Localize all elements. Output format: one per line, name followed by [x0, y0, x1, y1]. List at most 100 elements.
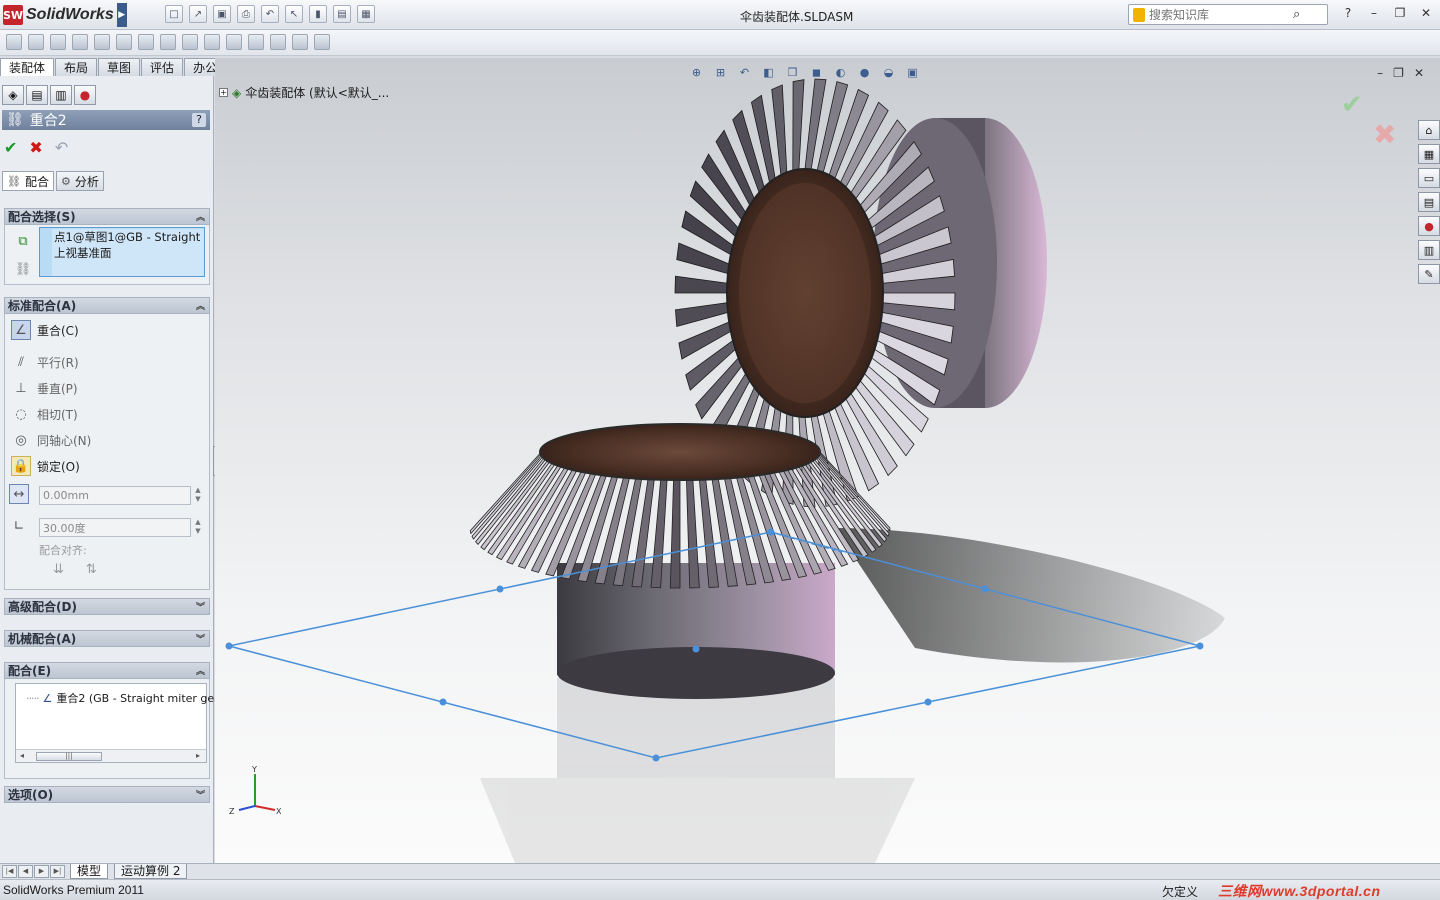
- reference-geometry-icon[interactable]: [182, 34, 198, 50]
- print-icon[interactable]: ⎙: [237, 5, 255, 23]
- solidworks-logo[interactable]: SW SolidWorks ▶: [3, 3, 127, 27]
- scroll-thumb[interactable]: |||: [36, 752, 102, 761]
- help-icon[interactable]: ?: [1340, 6, 1356, 20]
- new-document-icon[interactable]: □: [165, 5, 183, 23]
- tab-motion-study[interactable]: 运动算例 2: [114, 864, 188, 879]
- collapse-chevron-icon[interactable]: ︽: [196, 210, 205, 223]
- mates-list-header[interactable]: 配合(E) ︽: [4, 662, 210, 679]
- next-tab-icon[interactable]: ▶: [34, 865, 49, 878]
- mate-concentric[interactable]: ◎ 同轴心(N): [11, 430, 91, 450]
- selection-item[interactable]: 点1@草图1@GB - Straight miter gear: [52, 229, 204, 245]
- options-icon[interactable]: ▦: [357, 5, 375, 23]
- hide-show-items-icon[interactable]: ◐: [832, 64, 849, 81]
- close-button[interactable]: ✕: [1418, 6, 1434, 20]
- last-tab-icon[interactable]: ▶|: [50, 865, 65, 878]
- scroll-left-icon[interactable]: ◂: [20, 751, 24, 760]
- mechanical-mates-header[interactable]: 机械配合(A) ︾: [4, 630, 210, 647]
- mates-list[interactable]: ····· ∠ 重合2 (GB - Straight miter gear ◂ …: [15, 683, 225, 763]
- expand-tree-icon[interactable]: +: [219, 88, 228, 97]
- angle-field[interactable]: [39, 518, 191, 537]
- tab-mates[interactable]: ⛓ 配合: [2, 171, 54, 191]
- confirmation-ok-icon[interactable]: ✔: [1341, 90, 1363, 120]
- new-part-icon[interactable]: [28, 34, 44, 50]
- graphics-area[interactable]: + ◈ 伞齿装配体 (默认<默认_... ⊕ ⊞ ↶ ◧ ❒ ◼ ◐ ● ◒ ▣…: [215, 58, 1440, 863]
- selection-list[interactable]: 点1@草图1@GB - Straight miter gear 上视基准面: [39, 227, 205, 277]
- list-item[interactable]: ····· ∠ 重合2 (GB - Straight miter gear: [26, 690, 225, 706]
- custom-properties-icon[interactable]: ▥: [1418, 240, 1440, 260]
- mate-parallel[interactable]: ⫽ 平行(R): [11, 352, 79, 372]
- file-properties-icon[interactable]: ▤: [333, 5, 351, 23]
- horizontal-scrollbar[interactable]: ◂ ||| ▸: [16, 749, 206, 762]
- apply-scene-icon[interactable]: ◒: [880, 64, 897, 81]
- display-style-icon[interactable]: ◼: [808, 64, 825, 81]
- confirmation-cancel-icon[interactable]: ✖: [1373, 118, 1396, 151]
- section-view-icon[interactable]: ◧: [760, 64, 777, 81]
- previous-view-icon[interactable]: ↶: [736, 64, 753, 81]
- selection-item[interactable]: 上视基准面: [52, 245, 204, 261]
- tab-assembly[interactable]: 装配体: [0, 58, 55, 76]
- appearances-icon[interactable]: ●: [1418, 216, 1440, 236]
- undo-button[interactable]: ↶: [55, 138, 68, 157]
- distance-field[interactable]: [39, 486, 191, 505]
- expand-chevron-icon[interactable]: ︾: [196, 632, 205, 645]
- collapse-chevron-icon[interactable]: ︽: [196, 299, 205, 312]
- expand-chevron-icon[interactable]: ︾: [196, 600, 205, 613]
- bill-of-materials-icon[interactable]: [226, 34, 242, 50]
- mate-selections-header[interactable]: 配合选择(S) ︽: [4, 208, 210, 225]
- anti-aligned-icon[interactable]: ⇅: [86, 562, 97, 577]
- snapshot-icon[interactable]: [314, 34, 330, 50]
- knowledge-search[interactable]: ⌕: [1128, 4, 1328, 25]
- minimize-button[interactable]: –: [1366, 6, 1382, 20]
- mate-coincident[interactable]: ∠ 重合(C): [11, 320, 79, 340]
- explode-line-icon[interactable]: [270, 34, 286, 50]
- advanced-mates-header[interactable]: 高级配合(D) ︾: [4, 598, 210, 615]
- viewport-close-button[interactable]: ✕: [1414, 66, 1424, 80]
- distance-spinner[interactable]: ▲ ▼: [193, 486, 203, 505]
- tab-analysis[interactable]: ⚙ 分析: [55, 171, 104, 191]
- tab-layout[interactable]: 布局: [55, 58, 98, 76]
- file-explorer-icon[interactable]: ▭: [1418, 168, 1440, 188]
- edit-appearance-icon[interactable]: ●: [856, 64, 873, 81]
- mate-perpendicular[interactable]: ⊥ 垂直(P): [11, 378, 77, 398]
- property-manager-icon[interactable]: ▤: [26, 85, 48, 105]
- exploded-view-icon[interactable]: [248, 34, 264, 50]
- tab-sketch[interactable]: 草图: [98, 58, 141, 76]
- viewport-restore-button[interactable]: ❐: [1393, 66, 1404, 80]
- mate-lock[interactable]: 🔒 锁定(O): [11, 456, 80, 476]
- new-motion-study-icon[interactable]: [204, 34, 220, 50]
- restore-button[interactable]: ❐: [1392, 6, 1408, 20]
- assembly-tree-root[interactable]: + ◈ 伞齿装配体 (默认<默认_...: [219, 84, 389, 101]
- rebuild-icon[interactable]: ▮: [309, 5, 327, 23]
- save-icon[interactable]: ▣: [213, 5, 231, 23]
- move-component-icon[interactable]: [116, 34, 132, 50]
- search-icon[interactable]: ⌕: [1293, 7, 1300, 22]
- prev-tab-icon[interactable]: ◀: [18, 865, 33, 878]
- smart-fasteners-icon[interactable]: [94, 34, 110, 50]
- view-settings-icon[interactable]: ▣: [904, 64, 921, 81]
- tab-model[interactable]: 模型: [70, 864, 109, 879]
- display-manager-icon[interactable]: ●: [74, 85, 96, 105]
- open-document-icon[interactable]: ↗: [189, 5, 207, 23]
- feature-manager-icon[interactable]: ◈: [2, 85, 24, 105]
- scroll-right-icon[interactable]: ▸: [196, 751, 200, 760]
- aligned-icon[interactable]: ⇊: [53, 562, 64, 577]
- undo-icon[interactable]: ↶: [261, 5, 279, 23]
- collapse-chevron-icon[interactable]: ︽: [196, 664, 205, 677]
- search-input[interactable]: [1149, 7, 1289, 22]
- multi-mate-icon[interactable]: ⛓: [13, 259, 33, 279]
- configuration-manager-icon[interactable]: ▥: [50, 85, 72, 105]
- help-button[interactable]: ?: [192, 113, 206, 127]
- viewport-minimize-button[interactable]: –: [1377, 66, 1383, 80]
- options-header[interactable]: 选项(O) ︾: [4, 786, 210, 803]
- linear-pattern-icon[interactable]: [72, 34, 88, 50]
- view-palette-icon[interactable]: ▤: [1418, 192, 1440, 212]
- mate-tangent[interactable]: ◌ 相切(T): [11, 404, 77, 424]
- menu-flyout-arrow-icon[interactable]: ▶: [116, 3, 127, 27]
- cancel-button[interactable]: ✖: [29, 138, 42, 157]
- solidworks-resources-icon[interactable]: ⌂: [1418, 120, 1440, 140]
- instant3d-icon[interactable]: [292, 34, 308, 50]
- insert-component-icon[interactable]: [6, 34, 22, 50]
- standard-mates-header[interactable]: 标准配合(A) ︽: [4, 297, 210, 314]
- expand-chevron-icon[interactable]: ︾: [196, 788, 205, 801]
- assembly-features-icon[interactable]: [160, 34, 176, 50]
